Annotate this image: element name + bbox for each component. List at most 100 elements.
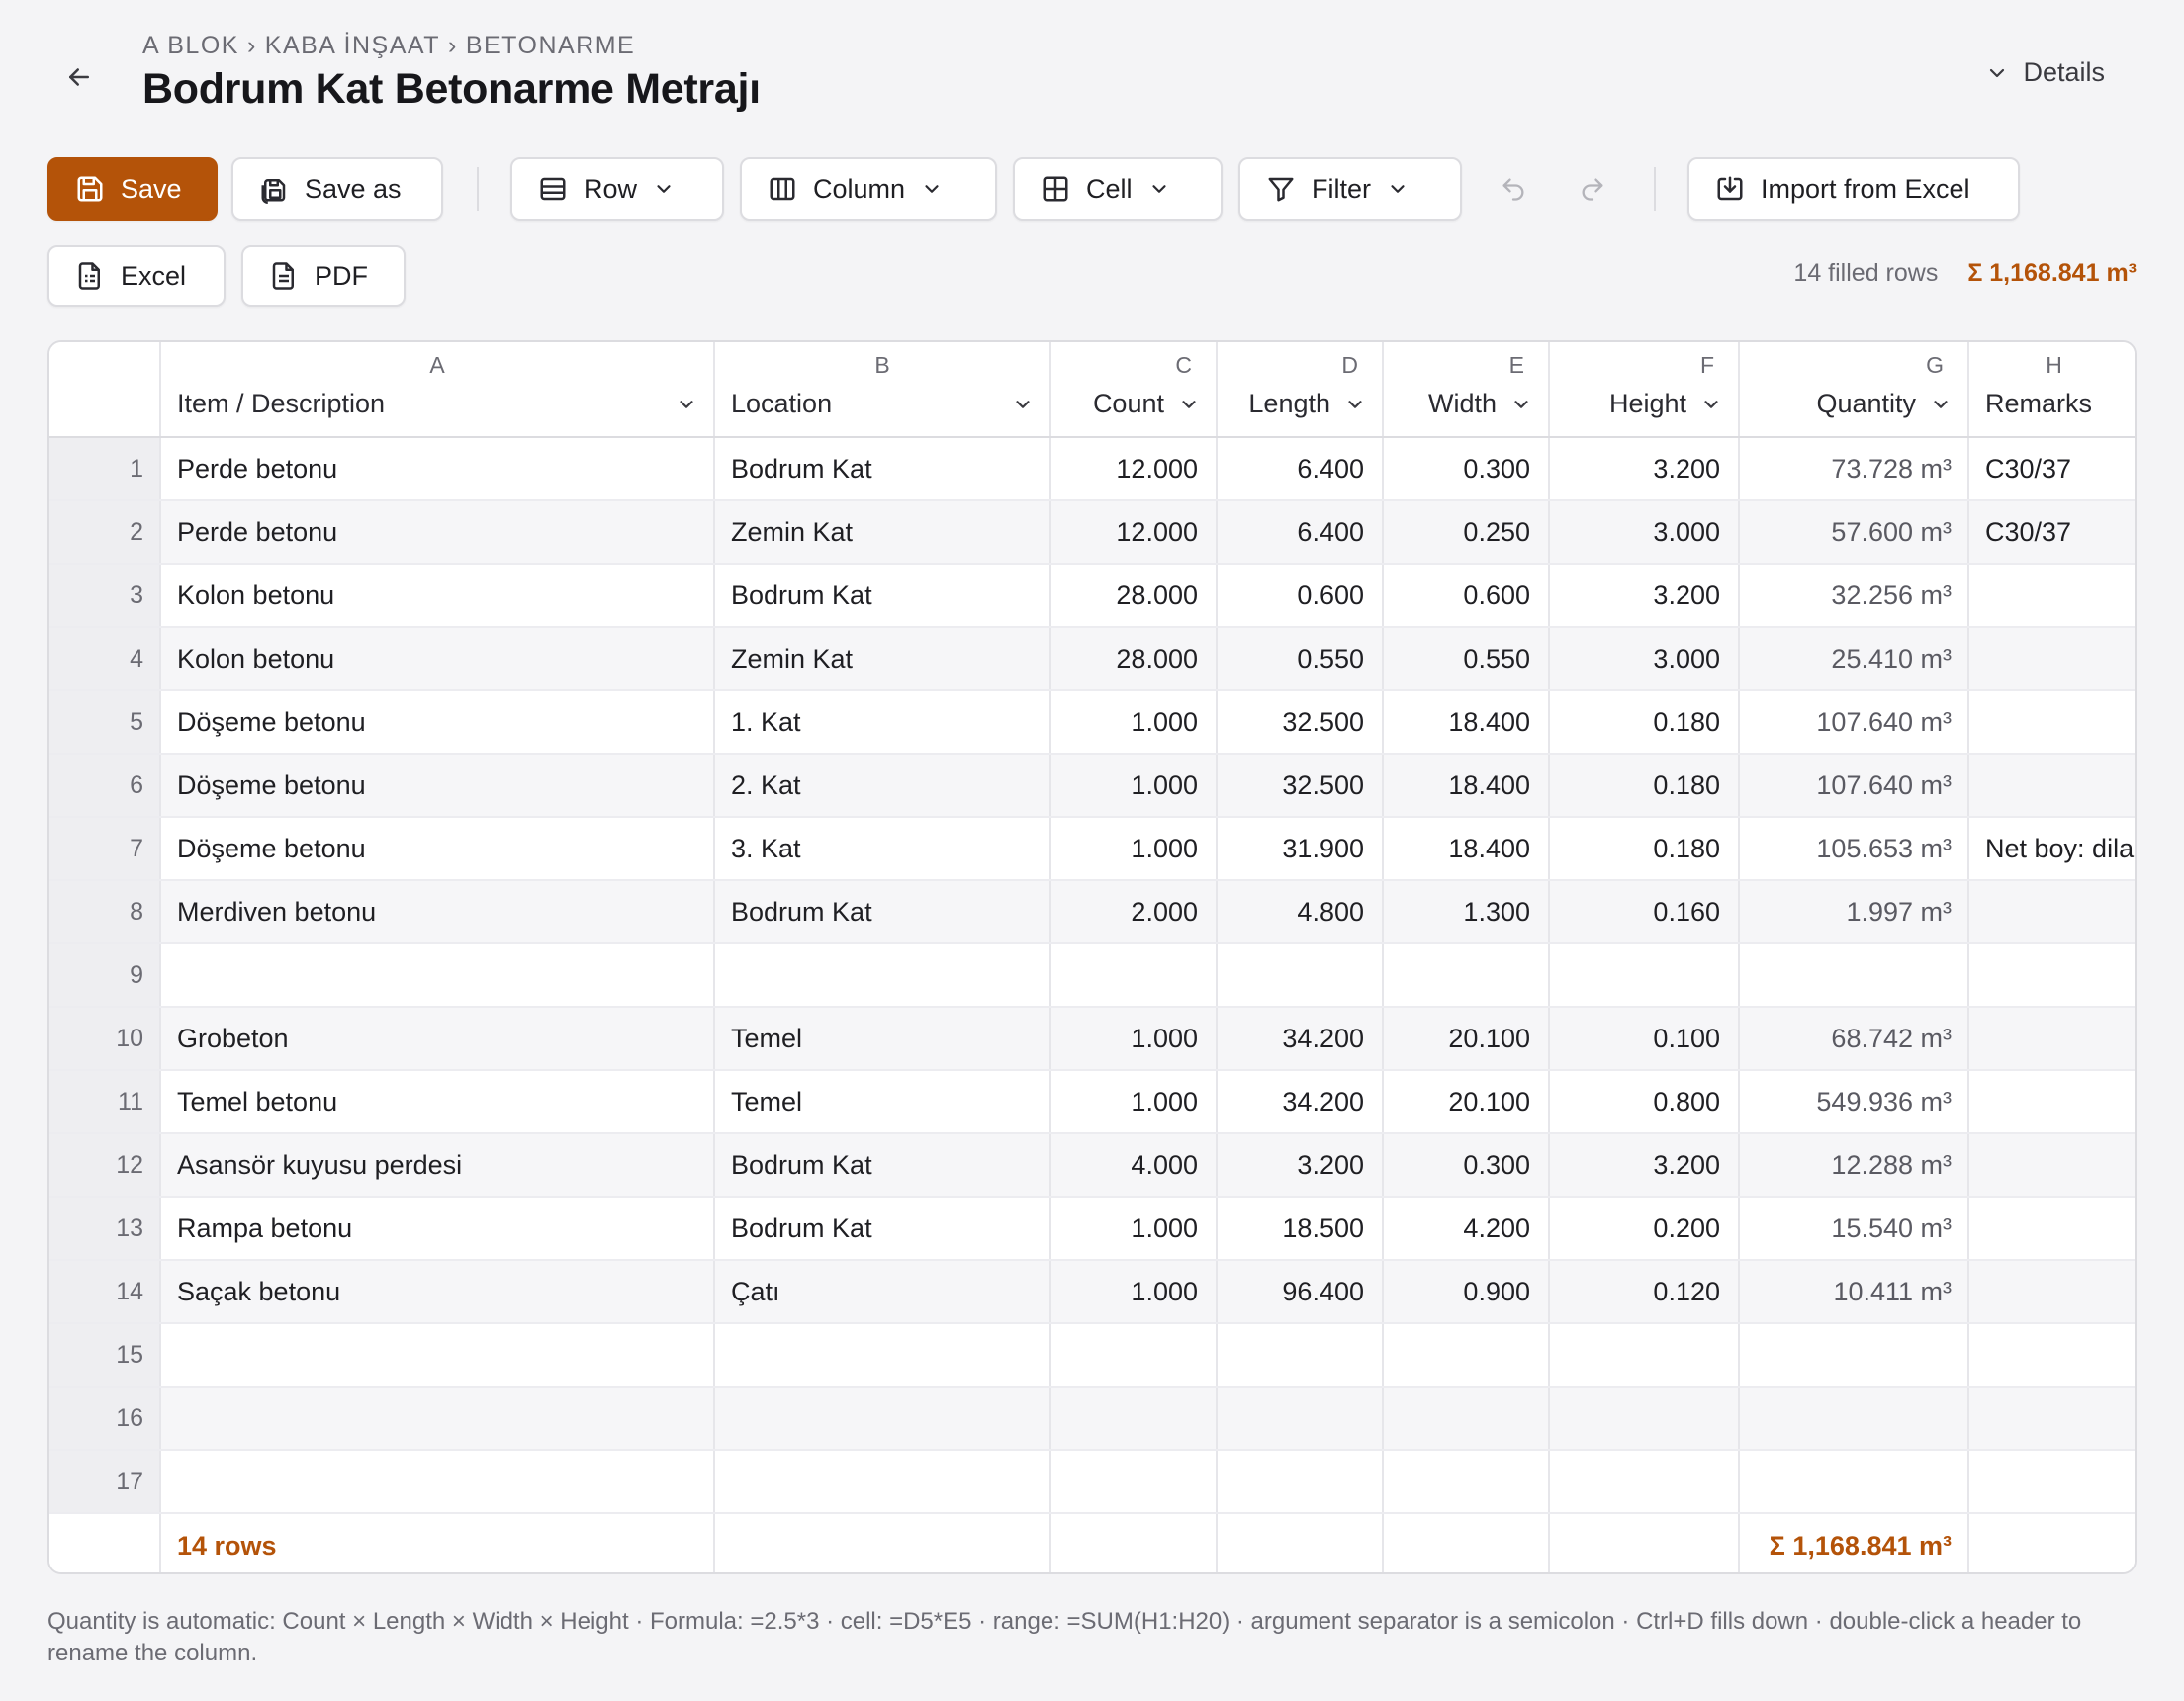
table-row[interactable]: 9 xyxy=(49,943,2135,1008)
cell-remarks[interactable] xyxy=(1968,1197,2135,1261)
cell-location[interactable]: 2. Kat xyxy=(714,754,1051,818)
cell-remarks[interactable] xyxy=(1968,1387,2135,1451)
cell-item[interactable]: Asansör kuyusu perdesi xyxy=(160,1133,715,1198)
cell-remarks[interactable] xyxy=(1968,1070,2135,1134)
cell-width[interactable]: 0.600 xyxy=(1383,564,1550,628)
table-row[interactable]: 12 Asansör kuyusu perdesi Bodrum Kat 4.000 3… xyxy=(49,1133,2135,1198)
table-row[interactable]: 10 Grobeton Temel 1.000 34.200 20.100 0.100 68.… xyxy=(49,1007,2135,1071)
row-number[interactable]: 3 xyxy=(49,564,161,628)
save-button[interactable]: Save xyxy=(47,157,218,221)
cell-remarks[interactable] xyxy=(1968,1323,2135,1388)
cell-count[interactable]: 1.000 xyxy=(1050,1260,1218,1324)
chevron-down-icon[interactable] xyxy=(1344,394,1366,415)
cell-length[interactable] xyxy=(1217,1450,1384,1514)
row-number[interactable]: 13 xyxy=(49,1197,161,1261)
column-header-item[interactable]: A Item / Description xyxy=(160,342,715,438)
cell-quantity[interactable]: 10.411 m³ xyxy=(1739,1260,1969,1324)
cell-count[interactable]: 1.000 xyxy=(1050,754,1218,818)
cell-length[interactable]: 32.500 xyxy=(1217,690,1384,755)
cell-quantity[interactable]: 1.997 m³ xyxy=(1739,880,1969,944)
cell-length[interactable]: 96.400 xyxy=(1217,1260,1384,1324)
cell-height[interactable]: 0.160 xyxy=(1549,880,1740,944)
cell-quantity[interactable] xyxy=(1739,1323,1969,1388)
column-menu-button[interactable]: Column xyxy=(740,157,997,221)
cell-height[interactable]: 0.180 xyxy=(1549,690,1740,755)
table-row[interactable]: 2 Perde betonu Zemin Kat 12.000 6.400 0.250 3.… xyxy=(49,500,2135,565)
cell-quantity[interactable]: 32.256 m³ xyxy=(1739,564,1969,628)
cell-remarks[interactable]: Net boy: dila xyxy=(1968,817,2135,881)
details-toggle[interactable]: Details xyxy=(1985,57,2105,88)
cell-quantity[interactable]: 25.410 m³ xyxy=(1739,627,1969,691)
cell-length[interactable]: 4.800 xyxy=(1217,880,1384,944)
cell-quantity[interactable]: 12.288 m³ xyxy=(1739,1133,1969,1198)
cell-item[interactable] xyxy=(160,943,715,1008)
cell-length[interactable]: 31.900 xyxy=(1217,817,1384,881)
filter-menu-button[interactable]: Filter xyxy=(1238,157,1462,221)
cell-length[interactable] xyxy=(1217,1387,1384,1451)
chevron-down-icon[interactable] xyxy=(676,394,697,415)
cell-count[interactable] xyxy=(1050,1323,1218,1388)
cell-menu-button[interactable]: Cell xyxy=(1013,157,1223,221)
cell-quantity[interactable]: 549.936 m³ xyxy=(1739,1070,1969,1134)
cell-count[interactable]: 4.000 xyxy=(1050,1133,1218,1198)
cell-location[interactable]: 3. Kat xyxy=(714,817,1051,881)
cell-height[interactable]: 3.000 xyxy=(1549,627,1740,691)
cell-width[interactable] xyxy=(1383,1323,1550,1388)
undo-button[interactable] xyxy=(1484,159,1543,219)
column-header-length[interactable]: D Length xyxy=(1217,342,1384,438)
cell-remarks[interactable] xyxy=(1968,754,2135,818)
cell-height[interactable]: 0.800 xyxy=(1549,1070,1740,1134)
cell-height[interactable]: 3.000 xyxy=(1549,500,1740,565)
row-number[interactable]: 9 xyxy=(49,943,161,1008)
redo-button[interactable] xyxy=(1563,159,1622,219)
cell-length[interactable]: 0.550 xyxy=(1217,627,1384,691)
cell-length[interactable]: 0.600 xyxy=(1217,564,1384,628)
row-number[interactable]: 7 xyxy=(49,817,161,881)
table-row[interactable]: 11 Temel betonu Temel 1.000 34.200 20.100 0.80… xyxy=(49,1070,2135,1134)
row-number[interactable]: 11 xyxy=(49,1070,161,1134)
table-row[interactable]: 8 Merdiven betonu Bodrum Kat 2.000 4.800 1.30… xyxy=(49,880,2135,944)
cell-height[interactable]: 0.100 xyxy=(1549,1007,1740,1071)
cell-width[interactable]: 0.900 xyxy=(1383,1260,1550,1324)
cell-width[interactable]: 20.100 xyxy=(1383,1070,1550,1134)
column-header-height[interactable]: F Height xyxy=(1549,342,1740,438)
cell-location[interactable]: 1. Kat xyxy=(714,690,1051,755)
cell-remarks[interactable] xyxy=(1968,1133,2135,1198)
table-row[interactable]: 16 xyxy=(49,1387,2135,1451)
cell-length[interactable]: 18.500 xyxy=(1217,1197,1384,1261)
cell-width[interactable]: 18.400 xyxy=(1383,690,1550,755)
cell-height[interactable]: 3.200 xyxy=(1549,1133,1740,1198)
row-number[interactable]: 2 xyxy=(49,500,161,565)
cell-width[interactable]: 4.200 xyxy=(1383,1197,1550,1261)
cell-count[interactable]: 1.000 xyxy=(1050,817,1218,881)
table-row[interactable]: 5 Döşeme betonu 1. Kat 1.000 32.500 18.400 0.1… xyxy=(49,690,2135,755)
cell-count[interactable]: 28.000 xyxy=(1050,564,1218,628)
row-number[interactable]: 16 xyxy=(49,1387,161,1451)
table-row[interactable]: 13 Rampa betonu Bodrum Kat 1.000 18.500 4.200… xyxy=(49,1197,2135,1261)
cell-location[interactable]: Bodrum Kat xyxy=(714,880,1051,944)
save-as-button[interactable]: Save as xyxy=(231,157,443,221)
cell-remarks[interactable] xyxy=(1968,1007,2135,1071)
cell-location[interactable] xyxy=(714,1323,1051,1388)
cell-width[interactable]: 0.550 xyxy=(1383,627,1550,691)
row-number[interactable]: 1 xyxy=(49,437,161,501)
cell-remarks[interactable] xyxy=(1968,564,2135,628)
chevron-down-icon[interactable] xyxy=(1178,394,1200,415)
row-menu-button[interactable]: Row xyxy=(510,157,724,221)
table-row[interactable]: 15 xyxy=(49,1323,2135,1388)
cell-remarks[interactable] xyxy=(1968,943,2135,1008)
row-number[interactable]: 4 xyxy=(49,627,161,691)
cell-height[interactable] xyxy=(1549,1450,1740,1514)
table-row[interactable]: 1 Perde betonu Bodrum Kat 12.000 6.400 0.300 3… xyxy=(49,437,2135,501)
cell-width[interactable]: 18.400 xyxy=(1383,817,1550,881)
chevron-down-icon[interactable] xyxy=(1510,394,1532,415)
cell-length[interactable]: 6.400 xyxy=(1217,500,1384,565)
cell-length[interactable]: 34.200 xyxy=(1217,1007,1384,1071)
cell-height[interactable] xyxy=(1549,1323,1740,1388)
cell-quantity[interactable] xyxy=(1739,1387,1969,1451)
cell-item[interactable]: Rampa betonu xyxy=(160,1197,715,1261)
row-number[interactable]: 14 xyxy=(49,1260,161,1324)
cell-quantity[interactable] xyxy=(1739,943,1969,1008)
row-number[interactable]: 5 xyxy=(49,690,161,755)
cell-count[interactable]: 12.000 xyxy=(1050,437,1218,501)
